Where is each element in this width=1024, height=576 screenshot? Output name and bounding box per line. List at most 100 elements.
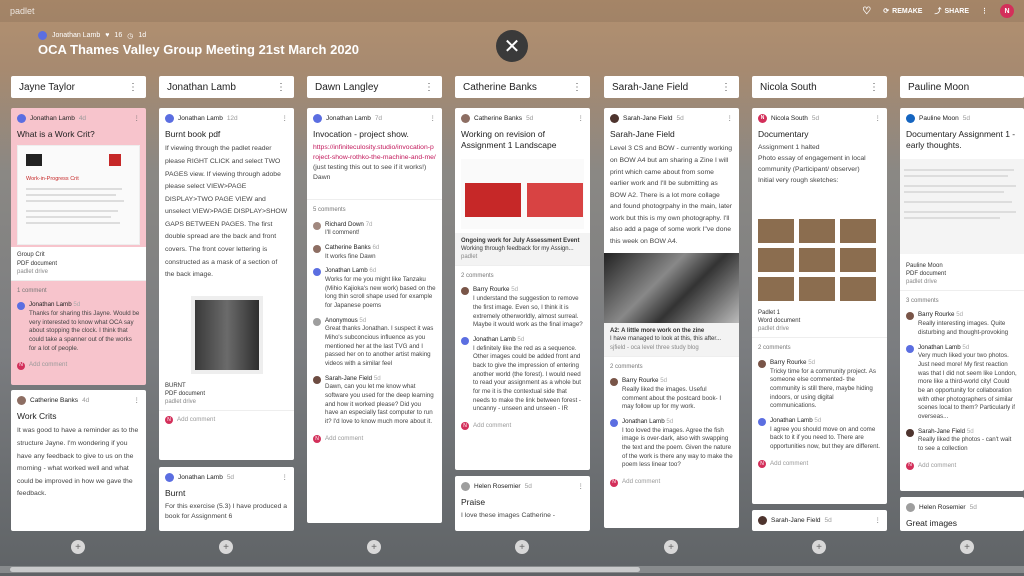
post-card[interactable]: Jonathan Lamb 12d ⋮ Burnt book pdf If view… (159, 108, 294, 460)
post-card[interactable]: Jonathan Lamb 5d ⋮ Burnt For this exercise… (159, 467, 294, 531)
post-menu-icon[interactable]: ⋮ (875, 114, 882, 123)
column-menu-icon[interactable]: ⋮ (276, 82, 286, 93)
post-title: Work Crits (17, 411, 57, 422)
scrollbar-thumb[interactable] (10, 567, 640, 572)
heart-icon[interactable]: ♡ (862, 6, 871, 17)
more-icon[interactable]: ⋮ (981, 7, 988, 15)
close-icon: ✕ (503, 35, 521, 58)
post-card[interactable]: Jonathan Lamb 4d ⋮ What is a Work Crit? Wo… (11, 108, 146, 385)
comment-count[interactable]: 5 comments (307, 198, 442, 218)
post-card[interactable]: Sarah-Jane Field 5d ⋮ Sarah-Jane Field Lev… (604, 108, 739, 528)
share-button[interactable]: ⤴ SHARE (934, 6, 969, 16)
post-title: Working on revision of Assignment 1 Land… (461, 129, 557, 151)
zine-image[interactable] (604, 253, 739, 324)
likes-count: 16 (114, 32, 123, 39)
post-body: (just testing this out to see if it work… (313, 164, 427, 181)
add-comment[interactable]: N Add comment (604, 473, 739, 492)
column-menu-icon[interactable]: ⋮ (869, 82, 879, 93)
post-menu-icon[interactable]: ⋮ (578, 482, 585, 491)
column-menu-icon[interactable]: ⋮ (721, 82, 731, 93)
avatar (461, 482, 470, 492)
post-menu-icon[interactable]: ⋮ (134, 396, 141, 405)
add-comment[interactable]: N Add comment (752, 455, 887, 474)
add-post-button[interactable]: + (812, 540, 826, 554)
post-link[interactable]: https://infiniteculosity.studio/invocati… (307, 143, 442, 163)
post-card[interactable]: Helen Rosemier 5d ⋮ Praise I love these im… (455, 476, 590, 531)
top-bar: padlet ♡ ⟳ REMAKE ⤴ SHARE ⋮ N (0, 0, 1024, 22)
avatar (906, 503, 915, 513)
attachment-source: padlet drive (17, 268, 49, 275)
add-post-button[interactable]: + (664, 540, 678, 554)
post-card[interactable]: Catherine Banks 4d ⋮ Work Crits It was goo… (11, 390, 146, 531)
post-title: Documentary Assignment 1 - early thought… (906, 129, 1016, 151)
post-card[interactable]: Helen Rosemier 5d Great images (900, 497, 1024, 531)
column-sarah-jane-field: Sarah-Jane Field ⋮ (604, 76, 739, 98)
post-menu-icon[interactable]: ⋮ (727, 114, 734, 123)
avatar (313, 114, 322, 124)
add-comment[interactable]: N Add comment (11, 356, 146, 375)
post-card[interactable]: Jonathan Lamb 7d ⋮ Invocation - project sh… (307, 108, 442, 523)
column-title: Pauline Moon (908, 81, 970, 93)
heart-icon: ♥ (105, 32, 110, 39)
avatar: N (17, 361, 25, 370)
book-image[interactable] (190, 295, 263, 374)
column-dawn-langley: Dawn Langley ⋮ (307, 76, 442, 98)
author-avatar (38, 31, 47, 40)
column-title: Catherine Banks (463, 81, 537, 93)
add-comment[interactable]: N Add comment (900, 457, 1024, 476)
remake-button[interactable]: ⟳ REMAKE (883, 7, 922, 16)
avatar (17, 114, 26, 124)
user-avatar[interactable]: N (1000, 4, 1014, 18)
column-menu-icon[interactable]: ⋮ (424, 82, 434, 93)
add-post-button[interactable]: + (219, 540, 233, 554)
padlet-logo[interactable]: padlet (10, 6, 35, 16)
add-post-button[interactable]: + (367, 540, 381, 554)
column-title: Dawn Langley (315, 81, 379, 93)
pdf-preview[interactable] (900, 158, 1024, 254)
comment-count[interactable]: 2 comments (455, 264, 590, 284)
post-menu-icon[interactable]: ⋮ (578, 114, 585, 123)
avatar: N (758, 114, 767, 124)
post-card[interactable]: Sarah-Jane Field 5d ⋮ (752, 510, 887, 531)
sketch-grid[interactable] (752, 215, 887, 305)
close-button[interactable]: ✕ (496, 30, 528, 62)
post-card[interactable]: Catherine Banks 5d ⋮ Working on revision o… (455, 108, 590, 470)
comment-count[interactable]: 2 comments (604, 355, 739, 375)
column-title: Nicola South (760, 81, 817, 93)
add-post-button[interactable]: + (515, 540, 529, 554)
avatar (610, 114, 619, 124)
comment-count[interactable]: 1 comment (11, 279, 146, 299)
post-menu-icon[interactable]: ⋮ (875, 516, 882, 525)
add-comment[interactable]: N Add comment (455, 417, 590, 436)
plus-icon: + (223, 541, 229, 553)
horizontal-scrollbar[interactable] (0, 566, 1024, 573)
post-card[interactable]: N Nicola South 5d ⋮ Documentary Assignment … (752, 108, 887, 504)
plus-icon: + (816, 541, 822, 553)
column-menu-icon[interactable]: ⋮ (128, 82, 138, 93)
attachment-type: PDF document (17, 260, 58, 267)
post-card[interactable]: Pauline Moon 5d Documentary Assignment 1 … (900, 108, 1024, 491)
post-menu-icon[interactable]: ⋮ (134, 114, 141, 123)
add-post-button[interactable]: + (71, 540, 85, 554)
post-menu-icon[interactable]: ⋮ (282, 114, 289, 123)
remake-icon: ⟳ (883, 8, 890, 15)
post-body: I love these images Catherine - (461, 512, 556, 520)
board-age: 1d (138, 32, 147, 39)
post-body: If viewing through the padlet reader ple… (165, 145, 288, 279)
post-menu-icon[interactable]: ⋮ (430, 114, 437, 123)
add-comment[interactable]: N Add comment (307, 430, 442, 449)
post-title: Praise (461, 497, 486, 508)
post-title: Sarah-Jane Field (610, 129, 675, 140)
post-menu-icon[interactable]: ⋮ (282, 473, 289, 482)
post-body: For this exercise (5.3) I have produced … (165, 503, 288, 521)
assignment-preview[interactable] (461, 158, 584, 229)
pdf-preview[interactable]: Work-in-Progress Crit (17, 145, 140, 246)
column-menu-icon[interactable]: ⋮ (572, 82, 582, 93)
column-nicola-south: Nicola South ⋮ (752, 76, 887, 98)
avatar (906, 114, 915, 124)
share-icon: ⤴ (934, 8, 942, 15)
add-comment[interactable]: N Add comment (159, 409, 294, 430)
comment-count[interactable]: 3 comments (900, 289, 1024, 309)
comment-count[interactable]: 2 comments (752, 337, 887, 356)
add-post-button[interactable]: + (960, 540, 974, 554)
